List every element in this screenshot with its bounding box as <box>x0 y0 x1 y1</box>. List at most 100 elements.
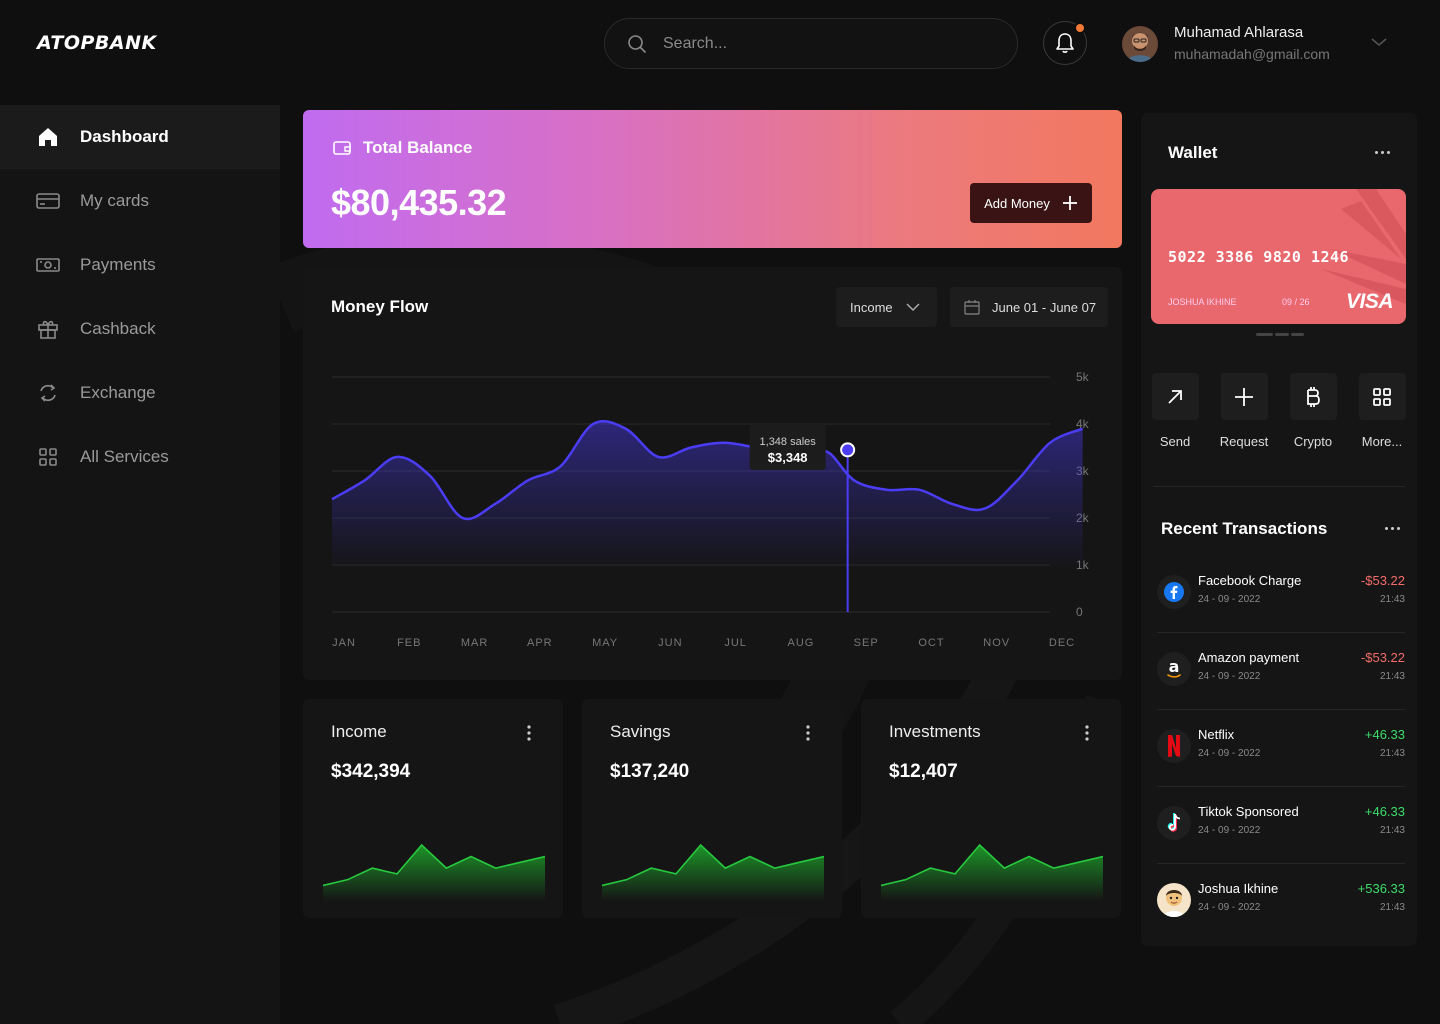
investments-sparkline <box>881 843 1103 901</box>
sidebar-item-dashboard[interactable]: Dashboard <box>0 105 280 169</box>
stat-value: $137,240 <box>610 761 690 782</box>
credit-card[interactable]: 5022 3386 9820 1246 JOSHUA IKHINE 09 / 2… <box>1151 189 1406 324</box>
sidebar-item-exchange[interactable]: Exchange <box>0 361 280 425</box>
money-flow-chart: 01k2k3k4k5kJANFEBMARAPRMAYJUNJULAUGSEPOC… <box>331 370 1090 649</box>
banknote-icon <box>36 253 60 277</box>
recent-transactions-title: Recent Transactions <box>1161 519 1328 538</box>
transaction-name: Tiktok Sponsored <box>1198 804 1299 819</box>
transaction-time: 21:43 <box>1379 594 1405 605</box>
request-button[interactable] <box>1220 373 1268 420</box>
x-tick-label: OCT <box>918 637 944 649</box>
avatar <box>1157 883 1191 917</box>
send-button[interactable] <box>1151 373 1199 420</box>
sidebar-item-cashback[interactable]: Cashback <box>0 297 280 361</box>
card-number: 5022 3386 9820 1246 <box>1168 248 1350 266</box>
stat-title: Savings <box>610 722 671 741</box>
x-tick-label: NOV <box>983 637 1010 649</box>
add-money-button[interactable]: Add Money <box>970 183 1092 223</box>
transaction-date: 24 - 09 - 2022 <box>1198 671 1261 682</box>
home-icon <box>36 125 60 149</box>
facebook-icon <box>1157 575 1191 609</box>
kebab-menu-icon[interactable] <box>525 723 533 743</box>
transaction-date: 24 - 09 - 2022 <box>1198 825 1261 836</box>
request-action[interactable]: Request <box>1219 373 1269 449</box>
highlight-point[interactable] <box>840 442 856 458</box>
transaction-name: Netflix <box>1198 727 1235 742</box>
bitcoin-icon <box>1307 386 1320 407</box>
transaction-row[interactable]: a Amazon payment 24 - 09 - 2022 -$53.22 … <box>1157 633 1405 710</box>
card-expiry: 09 / 26 <box>1282 297 1310 307</box>
investments-card: Investments $12,407 <box>861 699 1121 918</box>
sidebar-item-label: Cashback <box>80 319 156 338</box>
more-options-icon[interactable] <box>1385 527 1400 530</box>
wallet-title: Wallet <box>1168 143 1218 162</box>
card-holder: JOSHUA IKHINE <box>1168 297 1237 307</box>
y-tick-label: 4k <box>1076 417 1090 431</box>
chart-tooltip: 1,348 sales $3,348 <box>749 423 826 470</box>
chevron-down-icon[interactable] <box>1370 36 1388 48</box>
transaction-row[interactable]: Facebook Charge 24 - 09 - 2022 -$53.22 2… <box>1157 556 1405 633</box>
more-options-icon[interactable] <box>1375 151 1390 154</box>
notification-button[interactable] <box>1043 21 1087 65</box>
savings-card: Savings $137,240 <box>582 699 842 918</box>
transaction-time: 21:43 <box>1379 748 1405 759</box>
tooltip-value: $3,348 <box>768 450 808 465</box>
calendar-icon <box>964 300 980 315</box>
date-range-picker[interactable]: June 01 - June 07 <box>950 287 1108 327</box>
stat-title: Investments <box>889 722 981 741</box>
sidebar-item-all-services[interactable]: All Services <box>0 425 280 489</box>
more-action[interactable]: More... <box>1357 373 1407 449</box>
action-label: Crypto <box>1293 434 1333 449</box>
transaction-amount: +46.33 <box>1364 727 1405 742</box>
sidebar-item-label: All Services <box>80 447 169 466</box>
action-label: Send <box>1159 434 1191 449</box>
crypto-action[interactable]: Crypto <box>1288 373 1338 449</box>
x-tick-label: APR <box>527 637 553 649</box>
transaction-time: 21:43 <box>1379 671 1405 682</box>
balance-label: Total Balance <box>333 138 472 158</box>
amazon-icon: a <box>1157 652 1191 686</box>
exchange-icon <box>36 381 60 405</box>
income-card: Income $342,394 <box>303 699 563 918</box>
transaction-row[interactable]: Tiktok Sponsored 24 - 09 - 2022 +46.33 2… <box>1157 787 1405 864</box>
kebab-menu-icon[interactable] <box>1083 723 1091 743</box>
action-label: More... <box>1361 434 1403 449</box>
sidebar-item-payments[interactable]: Payments <box>0 233 280 297</box>
divider <box>1153 486 1405 487</box>
crypto-button[interactable] <box>1289 373 1337 420</box>
total-balance-card: Total Balance $80,435.32 Add Money <box>303 110 1122 248</box>
app-logo[interactable]: ATOPBANK <box>37 32 157 54</box>
card-carousel-indicator[interactable] <box>1256 333 1304 336</box>
bell-icon <box>1056 33 1074 53</box>
kebab-menu-icon[interactable] <box>804 723 812 743</box>
flow-filter-dropdown[interactable]: Income <box>836 287 937 327</box>
transaction-row[interactable]: Netflix 24 - 09 - 2022 +46.33 21:43 <box>1157 710 1405 787</box>
search-bar[interactable] <box>604 18 1018 69</box>
notification-badge <box>1074 22 1086 34</box>
transaction-name: Joshua Ikhine <box>1198 881 1279 896</box>
sidebar-item-my-cards[interactable]: My cards <box>0 169 280 233</box>
more-button[interactable] <box>1358 373 1406 420</box>
visa-logo: VISA <box>1346 290 1394 313</box>
search-input[interactable] <box>663 34 983 53</box>
arrow-up-right-icon <box>1168 389 1182 404</box>
sparkline-area <box>881 845 1103 901</box>
transaction-time: 21:43 <box>1379 902 1405 913</box>
y-tick-label: 5k <box>1076 370 1090 384</box>
transaction-date: 24 - 09 - 2022 <box>1198 902 1261 913</box>
sidebar-item-label: Exchange <box>80 383 156 402</box>
sidebar: Dashboard My cards Payments Cashback Exc… <box>0 105 280 1024</box>
svg-text:a: a <box>1169 658 1180 676</box>
stat-title: Income <box>331 722 387 741</box>
card-icon <box>36 189 60 213</box>
x-tick-label: JUL <box>724 637 747 649</box>
user-avatar[interactable] <box>1122 26 1158 62</box>
transaction-time: 21:43 <box>1379 825 1405 836</box>
savings-sparkline <box>602 843 824 901</box>
transaction-date: 24 - 09 - 2022 <box>1198 594 1261 605</box>
user-name: Muhamad Ahlarasa <box>1174 24 1304 41</box>
transaction-name: Amazon payment <box>1198 650 1300 665</box>
transaction-row[interactable]: Joshua Ikhine 24 - 09 - 2022 +536.33 21:… <box>1157 864 1405 941</box>
send-action[interactable]: Send <box>1150 373 1200 449</box>
x-tick-label: DEC <box>1049 637 1075 649</box>
